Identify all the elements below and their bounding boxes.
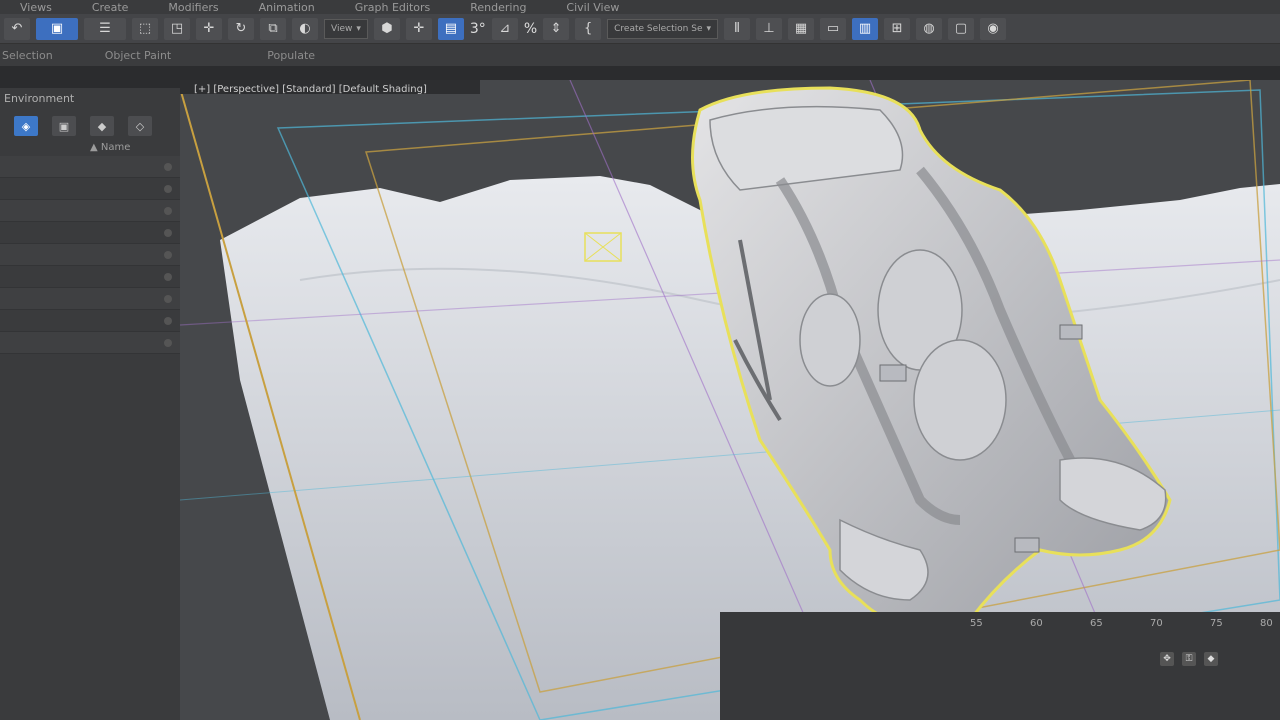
visibility-icon[interactable] (164, 338, 172, 347)
pivot-icon[interactable]: ⬢ (373, 17, 400, 40)
menu-item-create[interactable]: Create (72, 1, 149, 14)
select-manipulate-icon[interactable]: ✛ (405, 17, 432, 40)
spinner-snap-icon[interactable]: ⇕ (543, 17, 570, 40)
mirror-icon[interactable]: ⫴ (724, 17, 751, 40)
chevron-down-icon: ▾ (706, 23, 712, 34)
tick-label: 75 (1210, 618, 1223, 629)
main-toolbar: ↶ ▣ ☰ ⬚ ◳ ✛ ↻ ⧉ ◐ View ▾ ⬢ ✛ ▤ 3° ⊿ % ⇕ {… (0, 14, 1280, 44)
select-by-name-button[interactable]: ☰ (84, 17, 126, 40)
render-frame-icon[interactable]: ◉ (980, 17, 1007, 40)
window-crossing-icon[interactable]: ◳ (164, 17, 190, 40)
lock-icon[interactable]: ▣ (52, 116, 76, 136)
menu-item-animation[interactable]: Animation (239, 1, 335, 14)
dropdown-value: Create Selection Se (614, 23, 703, 34)
menu-item-graph-editors[interactable]: Graph Editors (335, 1, 451, 14)
reference-coordinate-dropdown[interactable]: View ▾ (324, 18, 368, 39)
visibility-icon[interactable] (164, 228, 172, 237)
tick-label: 55 (970, 618, 983, 629)
percent-snap-toggle[interactable]: % (524, 21, 537, 37)
menu-item-civil-view[interactable]: Civil View (546, 1, 639, 14)
edit-named-selection-icon[interactable]: { (575, 17, 602, 40)
visibility-icon[interactable] (164, 162, 172, 171)
move-icon[interactable]: ✛ (196, 17, 222, 40)
named-selection-set-dropdown[interactable]: Create Selection Se ▾ (607, 18, 719, 39)
snap-toggle-icon[interactable]: ⊿ (491, 17, 518, 40)
schematic-view-icon[interactable]: ⊞ (884, 17, 911, 40)
undo-icon[interactable]: ↶ (4, 17, 30, 40)
rectangular-selection-icon[interactable]: ⬚ (132, 17, 158, 40)
visibility-icon[interactable] (164, 294, 172, 303)
chevron-down-icon: ▾ (356, 23, 361, 34)
rotate-icon[interactable]: ↻ (228, 17, 254, 40)
ribbon-bar: Selection Object Paint Populate (0, 44, 1280, 66)
dropdown-value: View (331, 23, 353, 34)
auto-key-icon[interactable]: ◆ (1204, 652, 1218, 666)
menu-item-modifiers[interactable]: Modifiers (148, 1, 238, 14)
visibility-icon[interactable] (164, 184, 172, 193)
scale-icon[interactable]: ⧉ (260, 17, 286, 40)
layer-explorer-icon[interactable]: ▦ (788, 17, 815, 40)
ribbon-tab-object-paint[interactable]: Object Paint (105, 49, 172, 62)
menu-item-views[interactable]: Views (0, 1, 72, 14)
tick-label: 70 (1150, 618, 1163, 629)
playback-controls: ✥ ⚿ ◆ (1160, 652, 1218, 666)
timeline-ruler: 55 60 65 70 75 80 (720, 612, 1280, 642)
curve-editor-icon[interactable]: ▥ (852, 17, 879, 40)
viewport-label[interactable]: [+] [Perspective] [Standard] [Default Sh… (194, 84, 427, 95)
display-filter-icon[interactable]: ◈ (14, 116, 38, 136)
set-key-icon[interactable]: ⚿ (1182, 652, 1196, 666)
ribbon-tab-selection[interactable]: Selection (2, 49, 53, 62)
render-setup-icon[interactable]: ▢ (948, 17, 975, 40)
visibility-icon[interactable] (164, 272, 172, 281)
tick-label: 60 (1030, 618, 1043, 629)
menu-item-rendering[interactable]: Rendering (450, 1, 546, 14)
column-label: Name (100, 142, 131, 153)
layer-icon[interactable]: ◇ (128, 116, 152, 136)
select-object-button[interactable]: ▣ (36, 17, 78, 40)
key-filter-icon[interactable]: ✥ (1160, 652, 1174, 666)
material-editor-icon[interactable]: ◍ (916, 17, 943, 40)
visibility-icon[interactable] (164, 206, 172, 215)
align-icon[interactable]: ⊥ (756, 17, 783, 40)
tick-label: 65 (1090, 618, 1103, 629)
toggle-ribbon-icon[interactable]: ▭ (820, 17, 847, 40)
track-bar[interactable]: 55 60 65 70 75 80 ✥ ⚿ ◆ (720, 612, 1280, 720)
ribbon-tab-populate[interactable]: Populate (267, 49, 315, 62)
visibility-icon[interactable] (164, 316, 172, 325)
angle-snap-toggle[interactable]: 3° (470, 21, 486, 37)
tick-label: 80 (1260, 618, 1273, 629)
placement-icon[interactable]: ◐ (292, 17, 318, 40)
hierarchy-icon[interactable]: ◆ (90, 116, 114, 136)
menu-bar: Views Create Modifiers Animation Graph E… (0, 0, 1280, 14)
visibility-icon[interactable] (164, 250, 172, 259)
keyboard-shortcut-override-icon[interactable]: ▤ (437, 17, 464, 40)
